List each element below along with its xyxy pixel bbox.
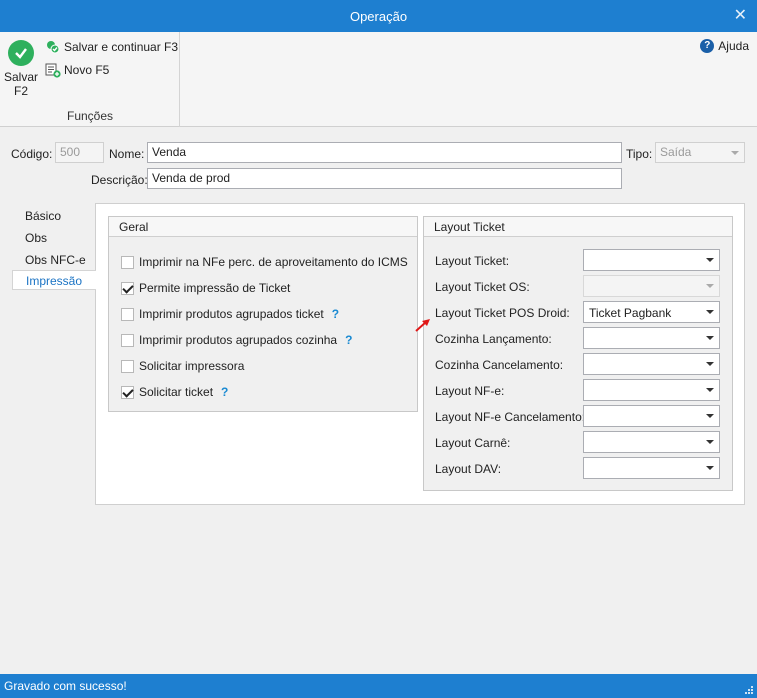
geral-option-checkbox[interactable] — [121, 281, 134, 295]
layout-select[interactable] — [583, 327, 720, 349]
geral-option-label: Imprimir na NFe perc. de aproveitamento … — [139, 255, 408, 269]
geral-option-checkbox[interactable] — [121, 385, 134, 399]
chevron-down-icon — [706, 284, 714, 288]
functions-group: Salvar F2 Salvar e continuar F3 Novo F5 … — [0, 32, 180, 127]
layout-select[interactable] — [583, 431, 720, 453]
layout-select[interactable] — [583, 405, 720, 427]
descricao-field[interactable]: Venda de prod — [147, 168, 622, 189]
chevron-down-icon — [706, 310, 714, 314]
title-bar: Operação ✕ — [0, 0, 757, 32]
geral-option-row[interactable]: Imprimir na NFe perc. de aproveitamento … — [121, 253, 408, 271]
geral-option-checkbox[interactable] — [121, 333, 134, 347]
nome-field[interactable]: Venda — [147, 142, 622, 163]
geral-option-row[interactable]: Imprimir produtos agrupados cozinha? — [121, 331, 352, 349]
status-bar: Gravado com sucesso! — [0, 674, 757, 698]
new-button-label: Novo F5 — [64, 63, 110, 77]
chevron-down-icon — [706, 440, 714, 444]
codigo-label: Código: — [11, 147, 53, 161]
tab-impressao[interactable]: Impressão — [12, 270, 96, 290]
chevron-down-icon — [706, 258, 714, 262]
layout-select[interactable] — [583, 353, 720, 375]
nome-label: Nome: — [109, 147, 145, 161]
layout-row-label: Layout Ticket POS Droid: — [435, 306, 570, 320]
layout-row-label: Layout Carnê: — [435, 436, 511, 450]
geral-option-label: Imprimir produtos agrupados ticket — [139, 307, 324, 321]
question-mark-icon[interactable]: ? — [345, 333, 352, 347]
tab-obs[interactable]: Obs — [12, 228, 96, 248]
chevron-down-icon — [706, 362, 714, 366]
save-continue-icon — [45, 39, 61, 55]
question-mark-icon[interactable]: ? — [332, 307, 339, 321]
help-button[interactable]: ? Ajuda — [700, 39, 749, 53]
save-continue-label: Salvar e continuar F3 — [64, 40, 179, 54]
layout-select[interactable] — [583, 249, 720, 271]
layout-row: Layout Ticket POS Droid: Ticket Pagbank — [435, 301, 732, 323]
chevron-down-icon — [706, 336, 714, 340]
layout-row: Layout Ticket: — [435, 249, 732, 271]
save-button-label: Salvar F2 — [3, 70, 38, 98]
layout-row: Layout Carnê: — [435, 431, 732, 453]
layout-row-label: Layout NF-e: — [435, 384, 505, 398]
chevron-down-icon — [731, 151, 739, 155]
new-button[interactable]: Novo F5 — [45, 61, 109, 79]
checkmark-icon — [8, 40, 34, 66]
layout-row: Layout NF-e: — [435, 379, 732, 401]
close-icon[interactable]: ✕ — [734, 5, 747, 25]
tab-obs-nfce[interactable]: Obs NFC-e — [12, 250, 96, 270]
geral-option-label: Permite impressão de Ticket — [139, 281, 291, 295]
geral-option-label: Solicitar impressora — [139, 359, 245, 373]
layout-ticket-title: Layout Ticket — [424, 217, 732, 237]
tab-panel-impressao: Geral Imprimir na NFe perc. de aproveita… — [95, 203, 745, 505]
geral-title: Geral — [109, 217, 417, 237]
chevron-down-icon — [706, 388, 714, 392]
geral-option-row[interactable]: Permite impressão de Ticket — [121, 279, 290, 297]
window-title: Operação — [349, 9, 408, 24]
geral-option-row[interactable]: Imprimir produtos agrupados ticket? — [121, 305, 339, 323]
tipo-select[interactable]: Saída — [655, 142, 745, 163]
resize-grip-icon[interactable] — [745, 686, 753, 694]
layout-row-label: Layout Ticket: — [435, 254, 510, 268]
question-mark-icon[interactable]: ? — [221, 385, 228, 399]
layout-row-label: Cozinha Cancelamento: — [435, 358, 564, 372]
layout-row: Cozinha Cancelamento: — [435, 353, 732, 375]
help-label: Ajuda — [718, 39, 749, 53]
layout-select — [583, 275, 720, 297]
codigo-field[interactable]: 500 — [55, 142, 104, 163]
tipo-value: Saída — [660, 145, 692, 159]
layout-select[interactable] — [583, 379, 720, 401]
group-label: Funções — [66, 109, 114, 123]
save-button[interactable]: Salvar F2 — [2, 40, 40, 98]
layout-row-label: Cozinha Lançamento: — [435, 332, 552, 346]
layout-row-label: Layout Ticket OS: — [435, 280, 530, 294]
status-message: Gravado com sucesso! — [4, 679, 127, 693]
layout-row: Layout Ticket OS: — [435, 275, 732, 297]
layout-row-label: Layout DAV: — [435, 462, 502, 476]
layout-select-value: Ticket Pagbank — [589, 306, 672, 320]
save-continue-button[interactable]: Salvar e continuar F3 — [45, 38, 178, 56]
chevron-down-icon — [706, 414, 714, 418]
geral-option-checkbox[interactable] — [121, 255, 134, 269]
tipo-label: Tipo: — [626, 147, 653, 161]
tab-basico[interactable]: Básico — [12, 206, 96, 226]
new-document-icon — [45, 62, 61, 78]
geral-option-row[interactable]: Solicitar ticket? — [121, 383, 228, 401]
descricao-label: Descrição: — [91, 173, 148, 187]
geral-option-label: Imprimir produtos agrupados cozinha — [139, 333, 338, 347]
geral-option-label: Solicitar ticket — [139, 385, 214, 399]
geral-option-row[interactable]: Solicitar impressora — [121, 357, 244, 375]
layout-row: Layout DAV: — [435, 457, 732, 479]
layout-row-label: Layout NF-e Cancelamento: — [435, 410, 586, 424]
chevron-down-icon — [706, 466, 714, 470]
layout-select[interactable] — [583, 457, 720, 479]
layout-row: Layout NF-e Cancelamento: — [435, 405, 732, 427]
red-arrow-icon — [415, 319, 430, 332]
layout-row: Cozinha Lançamento: — [435, 327, 732, 349]
layout-select[interactable]: Ticket Pagbank — [583, 301, 720, 323]
geral-option-checkbox[interactable] — [121, 359, 134, 373]
ribbon: Salvar F2 Salvar e continuar F3 Novo F5 … — [0, 32, 757, 127]
geral-option-checkbox[interactable] — [121, 307, 134, 321]
help-icon: ? — [700, 39, 715, 53]
layout-ticket-group: Layout Ticket Layout Ticket: Layout Ticke… — [423, 216, 733, 491]
geral-group: Geral Imprimir na NFe perc. de aproveita… — [108, 216, 418, 412]
